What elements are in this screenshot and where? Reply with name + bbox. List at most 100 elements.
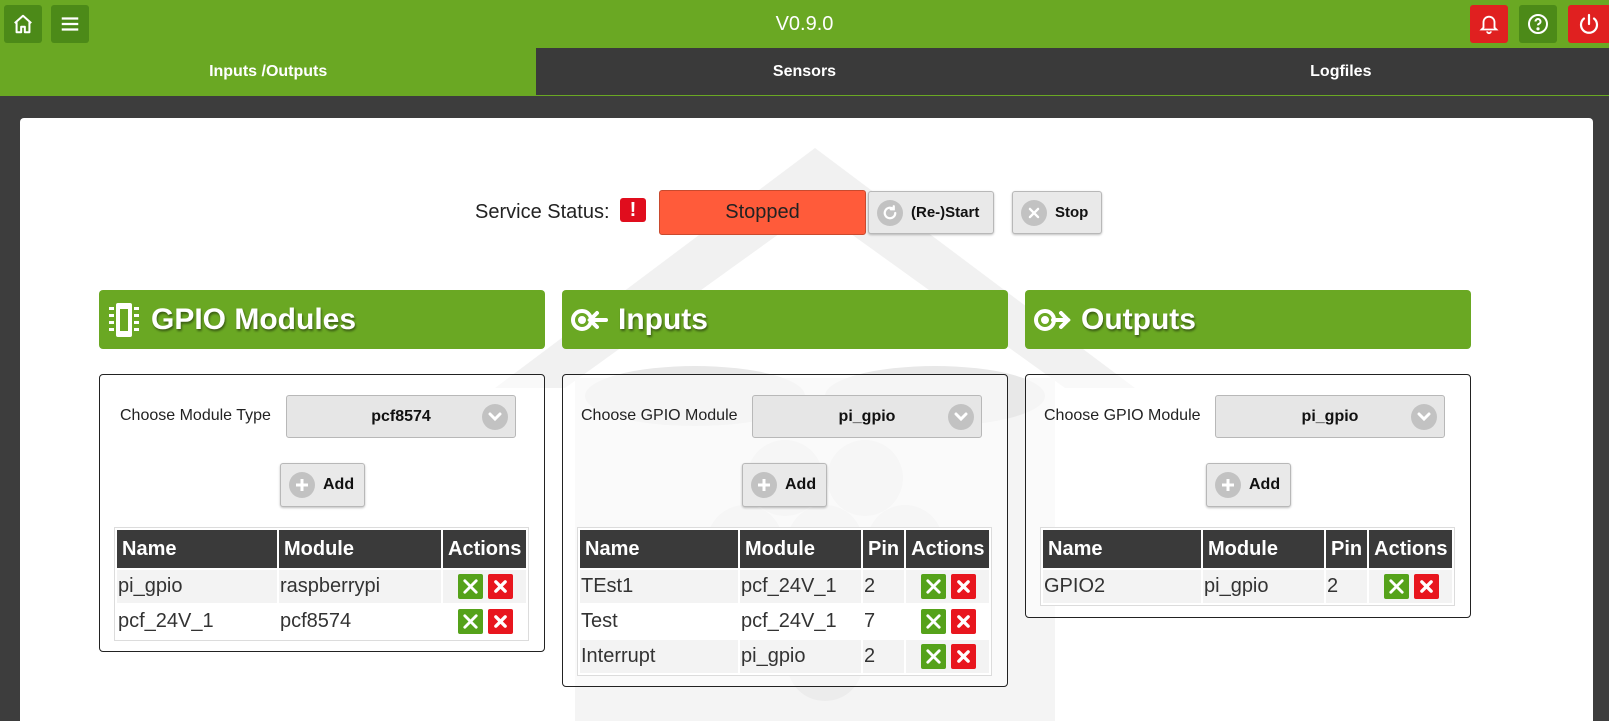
top-bar: V0.9.0 (0, 0, 1609, 48)
gpio-modules-title: GPIO Modules (151, 302, 357, 336)
plus-circle-icon (289, 472, 315, 498)
table-row: pi_gpio raspberrypi (117, 570, 527, 603)
edit-tools-icon[interactable] (458, 574, 483, 599)
service-status-value: Stopped (659, 190, 866, 235)
cell-name: Test (580, 605, 738, 638)
cell-module: pi_gpio (740, 640, 861, 673)
delete-icon[interactable] (488, 574, 513, 599)
chevron-down-icon (1411, 404, 1437, 430)
chip-icon (107, 301, 141, 339)
column-header-name: Name (117, 530, 277, 568)
app-version: V0.9.0 (775, 13, 834, 35)
gpio-modules-table: Name Module Actions pi_gpio raspberrypi … (114, 527, 530, 641)
add-module-button[interactable]: Add (280, 463, 365, 507)
menu-button[interactable] (51, 5, 89, 43)
inputs-table: Name Module Pin Actions TEst1 pcf_24V_1 … (577, 527, 993, 676)
delete-icon[interactable] (488, 609, 513, 634)
gpio-modules-header: GPIO Modules (99, 290, 545, 349)
column-header-actions: Actions (1369, 530, 1453, 568)
column-header-module: Module (1203, 530, 1324, 568)
stop-button[interactable]: Stop (1012, 191, 1102, 234)
output-icon (1033, 305, 1071, 335)
restart-button[interactable]: (Re-)Start (868, 191, 994, 234)
column-header-module: Module (740, 530, 861, 568)
tab-sensors[interactable]: Sensors (536, 48, 1072, 95)
cell-name: pi_gpio (117, 570, 277, 603)
bell-icon (1479, 15, 1499, 35)
cell-actions (443, 605, 527, 638)
home-button[interactable] (4, 5, 42, 43)
restart-label: (Re-)Start (911, 204, 980, 221)
tab-bar: Inputs /Outputs Sensors Logfiles (0, 48, 1609, 96)
table-row: Interrupt pi_gpio 2 (580, 640, 990, 673)
chevron-down-icon (948, 404, 974, 430)
tab-logfiles[interactable]: Logfiles (1073, 48, 1609, 95)
menu-icon (61, 17, 79, 31)
table-row: pcf_24V_1 pcf8574 (117, 605, 527, 638)
home-icon (14, 14, 32, 34)
delete-icon[interactable] (951, 574, 977, 599)
stop-label: Stop (1055, 204, 1089, 221)
add-module-label: Add (323, 476, 355, 493)
plus-circle-icon (1215, 472, 1241, 498)
power-icon (1579, 13, 1598, 34)
service-status-label: Service Status: (475, 201, 610, 223)
cell-actions (443, 570, 527, 603)
module-type-value: pcf8574 (371, 408, 431, 425)
power-button[interactable] (1568, 5, 1609, 43)
inputs-panel: Choose GPIO Module pi_gpio Add Name Modu… (562, 374, 1008, 687)
add-input-button[interactable]: Add (742, 463, 827, 507)
cell-actions (906, 640, 990, 673)
edit-tools-icon[interactable] (921, 609, 947, 634)
cell-actions (1369, 570, 1453, 603)
cell-module: pcf_24V_1 (740, 605, 861, 638)
input-module-select[interactable]: pi_gpio (752, 395, 982, 438)
gpio-modules-panel: Choose Module Type pcf8574 Add Name Modu… (99, 374, 545, 652)
cell-name: GPIO2 (1043, 570, 1201, 603)
cell-module: pi_gpio (1203, 570, 1324, 603)
cell-pin: 2 (1326, 570, 1368, 603)
edit-tools-icon[interactable] (458, 609, 483, 634)
cell-module: raspberrypi (279, 570, 441, 603)
column-header-actions: Actions (906, 530, 990, 568)
refresh-icon (877, 199, 903, 226)
column-header-module: Module (279, 530, 441, 568)
add-input-label: Add (785, 476, 817, 493)
delete-icon[interactable] (951, 644, 977, 669)
module-type-label: Choose Module Type (120, 407, 271, 424)
chevron-down-icon (482, 404, 508, 430)
column-header-name: Name (580, 530, 738, 568)
main-card: Service Status: ! Stopped (Re-)Start Sto… (20, 118, 1593, 721)
delete-icon[interactable] (951, 609, 977, 634)
table-row: GPIO2 pi_gpio 2 (1043, 570, 1453, 603)
cell-actions (906, 570, 990, 603)
notifications-button[interactable] (1470, 5, 1508, 43)
inputs-title: Inputs (618, 302, 708, 336)
outputs-header: Outputs (1025, 290, 1471, 349)
column-header-actions: Actions (443, 530, 527, 568)
cell-pin: 7 (863, 605, 905, 638)
module-type-select[interactable]: pcf8574 (286, 395, 516, 438)
outputs-table: Name Module Pin Actions GPIO2 pi_gpio 2 (1040, 527, 1456, 606)
input-icon (570, 305, 608, 335)
cell-name: pcf_24V_1 (117, 605, 277, 638)
outputs-title: Outputs (1081, 302, 1196, 336)
cell-module: pcf_24V_1 (740, 570, 861, 603)
outputs-panel: Choose GPIO Module pi_gpio Add Name Modu… (1025, 374, 1471, 618)
tab-inputs-outputs[interactable]: Inputs /Outputs (0, 48, 537, 95)
inputs-header: Inputs (562, 290, 1008, 349)
help-button[interactable] (1519, 5, 1557, 43)
add-output-button[interactable]: Add (1206, 463, 1291, 507)
delete-icon[interactable] (1414, 574, 1440, 599)
cell-module: pcf8574 (279, 605, 441, 638)
cell-pin: 2 (863, 640, 905, 673)
output-module-select[interactable]: pi_gpio (1215, 395, 1445, 438)
column-header-pin: Pin (1326, 530, 1368, 568)
cell-name: TEst1 (580, 570, 738, 603)
alert-icon: ! (620, 198, 646, 222)
cell-pin: 2 (863, 570, 905, 603)
edit-tools-icon[interactable] (1384, 574, 1410, 599)
close-circle-icon (1021, 199, 1047, 226)
edit-tools-icon[interactable] (921, 644, 947, 669)
edit-tools-icon[interactable] (921, 574, 947, 599)
